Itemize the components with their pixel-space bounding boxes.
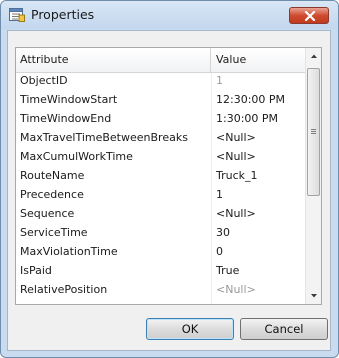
table-row[interactable]: ServiceTime 30 xyxy=(16,225,306,241)
attribute-name-cell: TimeWindowStart xyxy=(20,93,118,106)
attribute-name-cell: MaxTravelTimeBetweenBreaks xyxy=(20,131,188,144)
attribute-name-cell: ObjectID xyxy=(20,74,68,87)
close-icon xyxy=(304,11,316,21)
table-row[interactable]: TimeWindowStart 12:30:00 PM xyxy=(16,92,306,108)
attribute-name-cell: Precedence xyxy=(20,188,84,201)
table-row[interactable]: Sequence <Null> xyxy=(16,206,306,222)
title-bar[interactable]: Properties xyxy=(1,1,338,29)
attribute-value-cell[interactable]: <Null> xyxy=(216,206,304,222)
attribute-name-cell: MaxCumulWorkTime xyxy=(20,150,133,163)
properties-window: Properties Attribute Value ObjectID 1 Time… xyxy=(0,0,339,358)
attribute-value-cell[interactable]: 1:30:00 PM xyxy=(216,111,304,127)
table-row[interactable]: RelativePosition <Null> xyxy=(16,282,306,298)
attribute-value-cell[interactable]: 1 xyxy=(216,187,304,203)
attribute-grid[interactable]: Attribute Value ObjectID 1 TimeWindowStart… xyxy=(15,47,322,305)
properties-icon xyxy=(9,8,25,22)
table-row[interactable]: RouteName Truck_1 xyxy=(16,168,306,184)
attribute-value-cell[interactable]: <Null> xyxy=(216,149,304,165)
table-row[interactable]: MaxCumulWorkTime <Null> xyxy=(16,149,306,165)
attribute-value-cell: <Null> xyxy=(216,283,256,296)
attribute-name-cell: TimeWindowEnd xyxy=(20,112,112,125)
scrollbar-thumb[interactable] xyxy=(307,68,320,196)
window-title: Properties xyxy=(31,7,95,22)
column-header-value[interactable]: Value xyxy=(212,48,306,72)
attribute-value-cell[interactable]: <Null> xyxy=(216,130,304,146)
column-header-attribute[interactable]: Attribute xyxy=(16,48,211,72)
table-row[interactable]: TimeWindowEnd 1:30:00 PM xyxy=(16,111,306,127)
attribute-name-cell: IsPaid xyxy=(20,264,52,277)
attribute-value-cell[interactable]: Truck_1 xyxy=(216,168,304,184)
table-row[interactable]: IsPaid True xyxy=(16,263,306,279)
ok-button[interactable]: OK xyxy=(146,318,234,340)
grid-rows: ObjectID 1 TimeWindowStart 12:30:00 PM TimeW… xyxy=(16,73,306,304)
attribute-value-cell[interactable]: 12:30:00 PM xyxy=(216,92,304,108)
scroll-up-icon[interactable] xyxy=(306,48,322,65)
attribute-value-cell[interactable]: 0 xyxy=(216,244,304,260)
table-row[interactable]: ObjectID 1 xyxy=(16,73,306,89)
attribute-name-cell: RouteName xyxy=(20,169,85,182)
cancel-button[interactable]: Cancel xyxy=(240,318,328,340)
attribute-value-cell[interactable]: 30 xyxy=(216,225,304,241)
attribute-name-cell: ServiceTime xyxy=(20,226,88,239)
attribute-name-cell: RelativePosition xyxy=(20,283,108,296)
vertical-scrollbar[interactable] xyxy=(305,48,321,304)
close-button[interactable] xyxy=(289,7,329,24)
table-row[interactable]: Precedence 1 xyxy=(16,187,306,203)
attribute-name-cell: MaxViolationTime xyxy=(20,245,118,258)
attribute-value-cell[interactable]: True xyxy=(216,263,304,279)
attribute-name-cell: Sequence xyxy=(20,207,75,220)
attribute-value-cell: 1 xyxy=(216,74,223,87)
table-row[interactable]: MaxViolationTime 0 xyxy=(16,244,306,260)
table-row[interactable]: MaxTravelTimeBetweenBreaks <Null> xyxy=(16,130,306,146)
scroll-down-icon[interactable] xyxy=(306,287,322,304)
grid-header: Attribute Value xyxy=(16,48,306,73)
